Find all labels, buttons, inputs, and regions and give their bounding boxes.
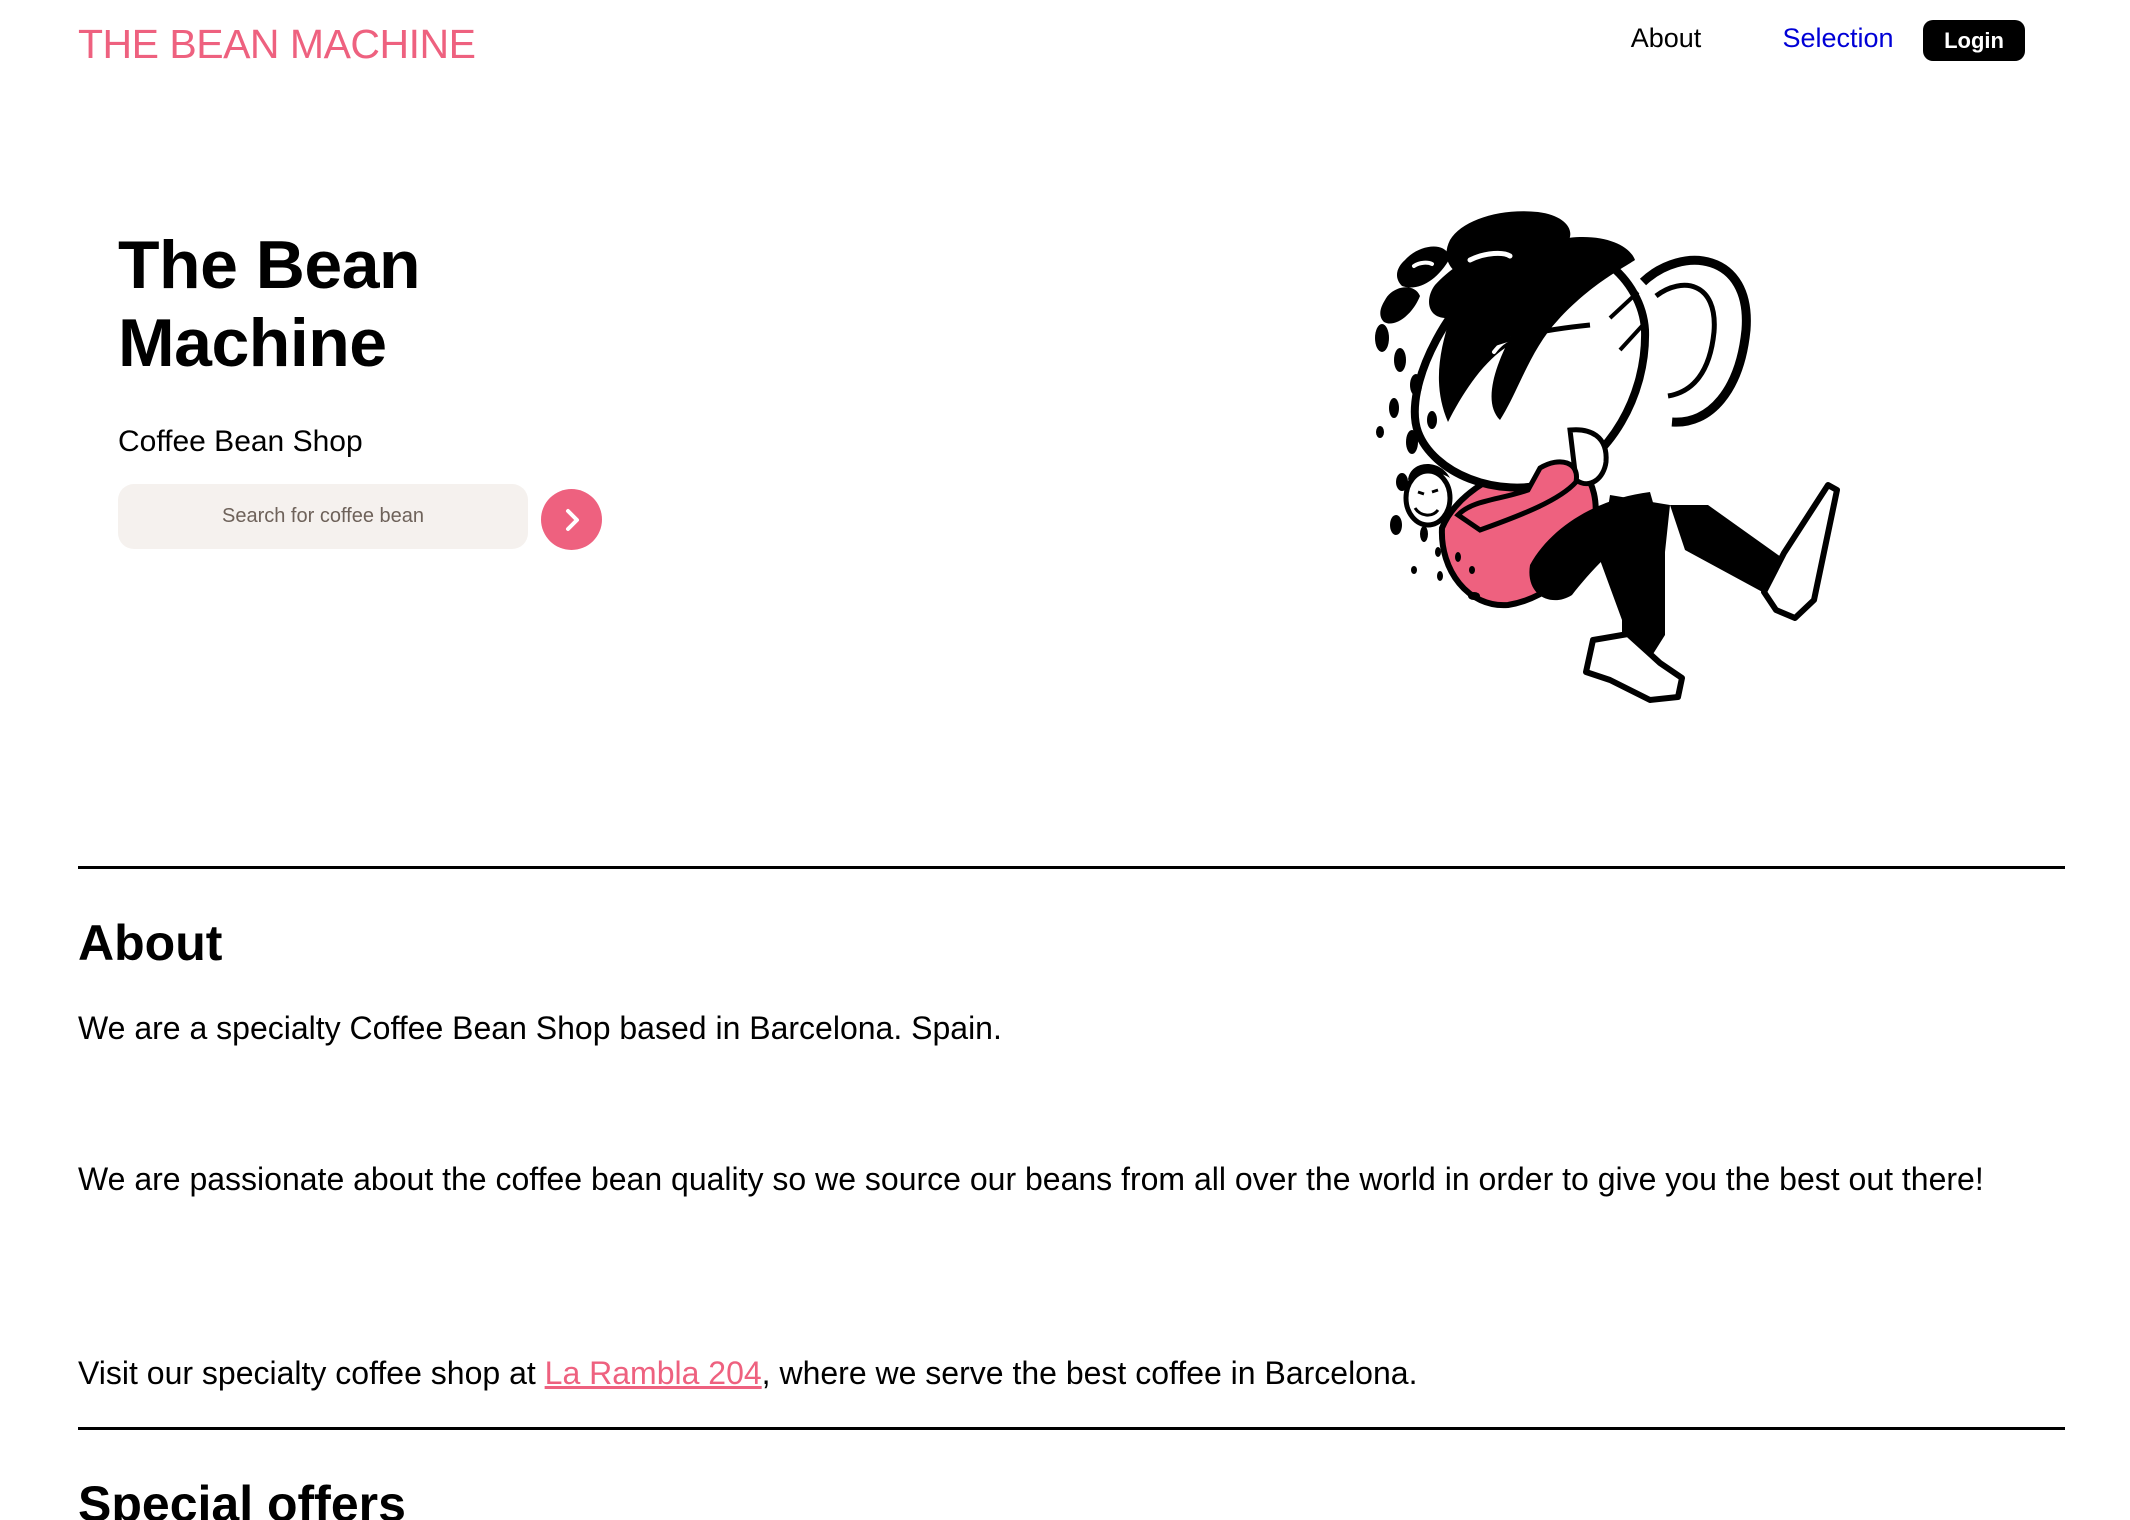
hero-title-line-1: The Bean: [118, 227, 421, 303]
about-paragraph-3-text-before: Visit our specialty coffee shop at: [78, 1355, 545, 1391]
chevron-right-icon: [565, 508, 579, 531]
about-heading: About: [78, 915, 223, 971]
divider-bottom: [78, 1427, 2065, 1430]
about-paragraph-3-text-after: , where we serve the best coffee in Barc…: [761, 1355, 1418, 1391]
about-paragraph-3: Visit our specialty coffee shop at La Ra…: [78, 1352, 2068, 1395]
search-input[interactable]: [118, 484, 528, 549]
coffee-cup-character-illustration: [1375, 211, 1840, 703]
site-header: THE BEAN MACHINE About Selection Login: [0, 0, 2130, 100]
nav-link-selection[interactable]: Selection: [1768, 18, 1908, 58]
special-offers-heading: Special offers: [78, 1476, 406, 1520]
search-submit-button[interactable]: [541, 489, 602, 550]
about-paragraph-2: We are passionate about the coffee bean …: [78, 1161, 1984, 1197]
about-paragraph-1: We are a specialty Coffee Bean Shop base…: [78, 1010, 1002, 1046]
hero-subtitle: Coffee Bean Shop: [118, 425, 363, 458]
hero-title-line-2: Machine: [118, 305, 387, 381]
brand-logo[interactable]: THE BEAN MACHINE: [78, 18, 476, 70]
login-button[interactable]: Login: [1923, 20, 2025, 61]
hero-title: The Bean Machine: [118, 226, 618, 382]
divider-top: [78, 866, 2065, 869]
nav-link-about[interactable]: About: [1606, 18, 1726, 58]
address-link[interactable]: La Rambla 204: [545, 1355, 762, 1391]
page: THE BEAN MACHINE About Selection Login T…: [0, 0, 2130, 1520]
